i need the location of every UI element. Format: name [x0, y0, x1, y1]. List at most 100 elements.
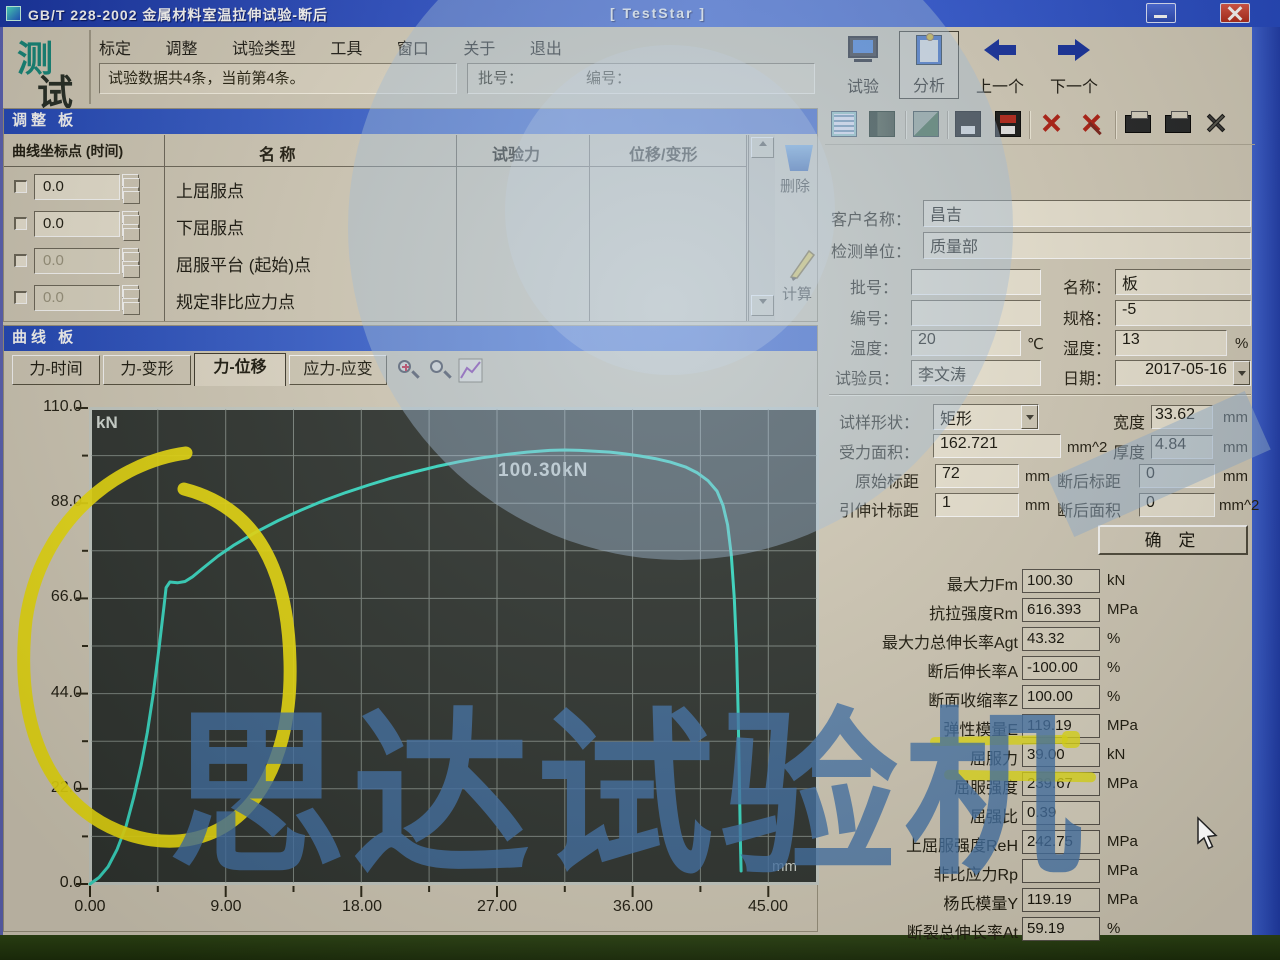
result-value[interactable]: 119.19: [1022, 888, 1100, 912]
result-value[interactable]: -100.00: [1022, 656, 1100, 680]
y-tick-label: 22.0: [24, 779, 82, 797]
toolbar-next-button[interactable]: 下一个: [1041, 31, 1107, 99]
menu-item-calibrate[interactable]: 标定: [99, 35, 131, 59]
spinner[interactable]: [122, 211, 139, 237]
tab-force-deformation[interactable]: 力-变形: [103, 355, 191, 385]
zoom-in-icon[interactable]: [396, 358, 422, 384]
final-area-input[interactable]: 0: [1139, 493, 1215, 517]
scrollbar[interactable]: [748, 135, 775, 321]
result-unit: %: [1107, 630, 1120, 647]
batch-input[interactable]: [911, 269, 1041, 295]
app-icon: [6, 6, 21, 21]
customer-input[interactable]: 昌吉: [923, 200, 1251, 227]
y-tick-label: 66.0: [24, 588, 82, 606]
result-row: 断裂总伸长率At59.19%: [825, 917, 1255, 943]
toolbar-analysis-button[interactable]: 分析: [899, 31, 959, 99]
chart-plot-area[interactable]: [90, 408, 818, 884]
zoom-out-icon[interactable]: [428, 358, 454, 384]
clipboard-icon: [916, 35, 942, 65]
tab-force-displacement[interactable]: 力-位移: [194, 353, 286, 386]
gauge-input[interactable]: 72: [935, 464, 1019, 488]
row-checkbox[interactable]: [14, 217, 27, 230]
tab-force-time[interactable]: 力-时间: [12, 355, 100, 385]
result-value[interactable]: 39.00: [1022, 743, 1100, 767]
result-value[interactable]: 43.32: [1022, 627, 1100, 651]
humidity-input[interactable]: 13: [1115, 330, 1227, 356]
menu-item-adjust[interactable]: 调整: [165, 35, 197, 59]
point-time-input[interactable]: 0.0: [34, 285, 120, 311]
result-unit: kN: [1107, 572, 1125, 589]
table-row: 0.0 规定非比应力点: [4, 280, 746, 317]
date-combobox[interactable]: 2017-05-16: [1115, 360, 1251, 386]
row-checkbox[interactable]: [14, 180, 27, 193]
menu-item-test-type[interactable]: 试验类型: [232, 35, 296, 59]
result-value[interactable]: 0.39: [1022, 801, 1100, 825]
width-input[interactable]: 33.62: [1151, 405, 1213, 429]
thickness-input[interactable]: 4.84: [1151, 435, 1213, 459]
final-gauge-input[interactable]: 0: [1139, 464, 1215, 488]
menu-item-about[interactable]: 关于: [463, 35, 495, 59]
width-label: 宽度: [1113, 409, 1145, 433]
window-title-app: [ TestStar ]: [610, 5, 706, 21]
result-value[interactable]: 100.30: [1022, 569, 1100, 593]
result-row: 断后伸长率A-100.00%: [825, 656, 1255, 682]
x-tick-label: 0.00: [54, 898, 126, 916]
calculate-pen-icon[interactable]: [787, 247, 817, 281]
desktop-edge: [1252, 27, 1280, 935]
result-value[interactable]: 100.00: [1022, 685, 1100, 709]
toolbar-test-button[interactable]: 试验: [835, 31, 891, 99]
highlight-blob: [1062, 731, 1080, 748]
toolbar-next-label: 下一个: [1041, 73, 1107, 97]
tab-stress-strain[interactable]: 应力-应变: [289, 355, 387, 385]
point-time-input[interactable]: 0.0: [34, 248, 120, 274]
col-header-point: 曲线坐标点 (时间): [12, 141, 123, 161]
date-label: 日期：: [1063, 365, 1111, 389]
point-name: 上屈服点: [176, 177, 244, 202]
result-value[interactable]: 616.393: [1022, 598, 1100, 622]
result-unit: %: [1107, 920, 1120, 937]
shape-dropdown-button[interactable]: [1021, 405, 1038, 429]
point-time-input[interactable]: 0.0: [34, 174, 120, 200]
extensometer-input[interactable]: 1: [935, 493, 1019, 517]
serial-input[interactable]: [911, 300, 1041, 326]
trash-icon[interactable]: [785, 145, 813, 171]
temperature-input[interactable]: 20: [911, 330, 1021, 356]
spec-input[interactable]: -5: [1115, 300, 1251, 326]
result-value[interactable]: 242.75: [1022, 830, 1100, 854]
toolbar-previous-button[interactable]: 上一个: [967, 31, 1033, 99]
result-label: 屈服力: [825, 745, 1018, 769]
name-input[interactable]: 板: [1115, 269, 1251, 295]
gauge-unit: mm: [1025, 468, 1050, 485]
area-label: 受力面积：: [839, 439, 919, 463]
minimize-button[interactable]: [1146, 3, 1176, 23]
status-serial-label: 编号：: [586, 64, 631, 93]
result-value[interactable]: [1022, 859, 1100, 883]
scroll-up-button[interactable]: [751, 137, 774, 158]
col-header-force: 试验力: [492, 141, 540, 165]
curve-reset-icon[interactable]: [458, 358, 484, 384]
spinner[interactable]: [122, 285, 139, 311]
area-unit: mm^2: [1067, 439, 1107, 456]
org-input[interactable]: 质量部: [923, 232, 1251, 259]
operator-input[interactable]: 李文涛: [911, 360, 1041, 386]
point-time-input[interactable]: 0.0: [34, 211, 120, 237]
spinner[interactable]: [122, 248, 139, 274]
org-label: 检测单位：: [831, 238, 911, 262]
result-label: 杨氏模量Y: [825, 890, 1018, 914]
peak-force-annotation: 100.30kN: [498, 460, 588, 482]
menu-item-window[interactable]: 窗口: [397, 35, 429, 59]
result-value[interactable]: 59.19: [1022, 917, 1100, 941]
scroll-down-button[interactable]: [751, 295, 774, 316]
date-dropdown-button[interactable]: [1233, 361, 1250, 385]
result-unit: MPa: [1107, 833, 1138, 850]
row-checkbox[interactable]: [14, 254, 27, 267]
spinner[interactable]: [122, 174, 139, 200]
area-input[interactable]: 162.721: [933, 434, 1061, 458]
row-checkbox[interactable]: [14, 291, 27, 304]
close-button[interactable]: [1220, 3, 1250, 23]
menu-item-tools[interactable]: 工具: [330, 35, 362, 59]
window-title: GB/T 228-2002 金属材料室温拉伸试验-断后: [28, 5, 328, 25]
menu-item-exit[interactable]: 退出: [530, 35, 562, 59]
col-header-name: 名 称: [259, 141, 295, 165]
confirm-button[interactable]: 确 定: [1098, 525, 1248, 555]
